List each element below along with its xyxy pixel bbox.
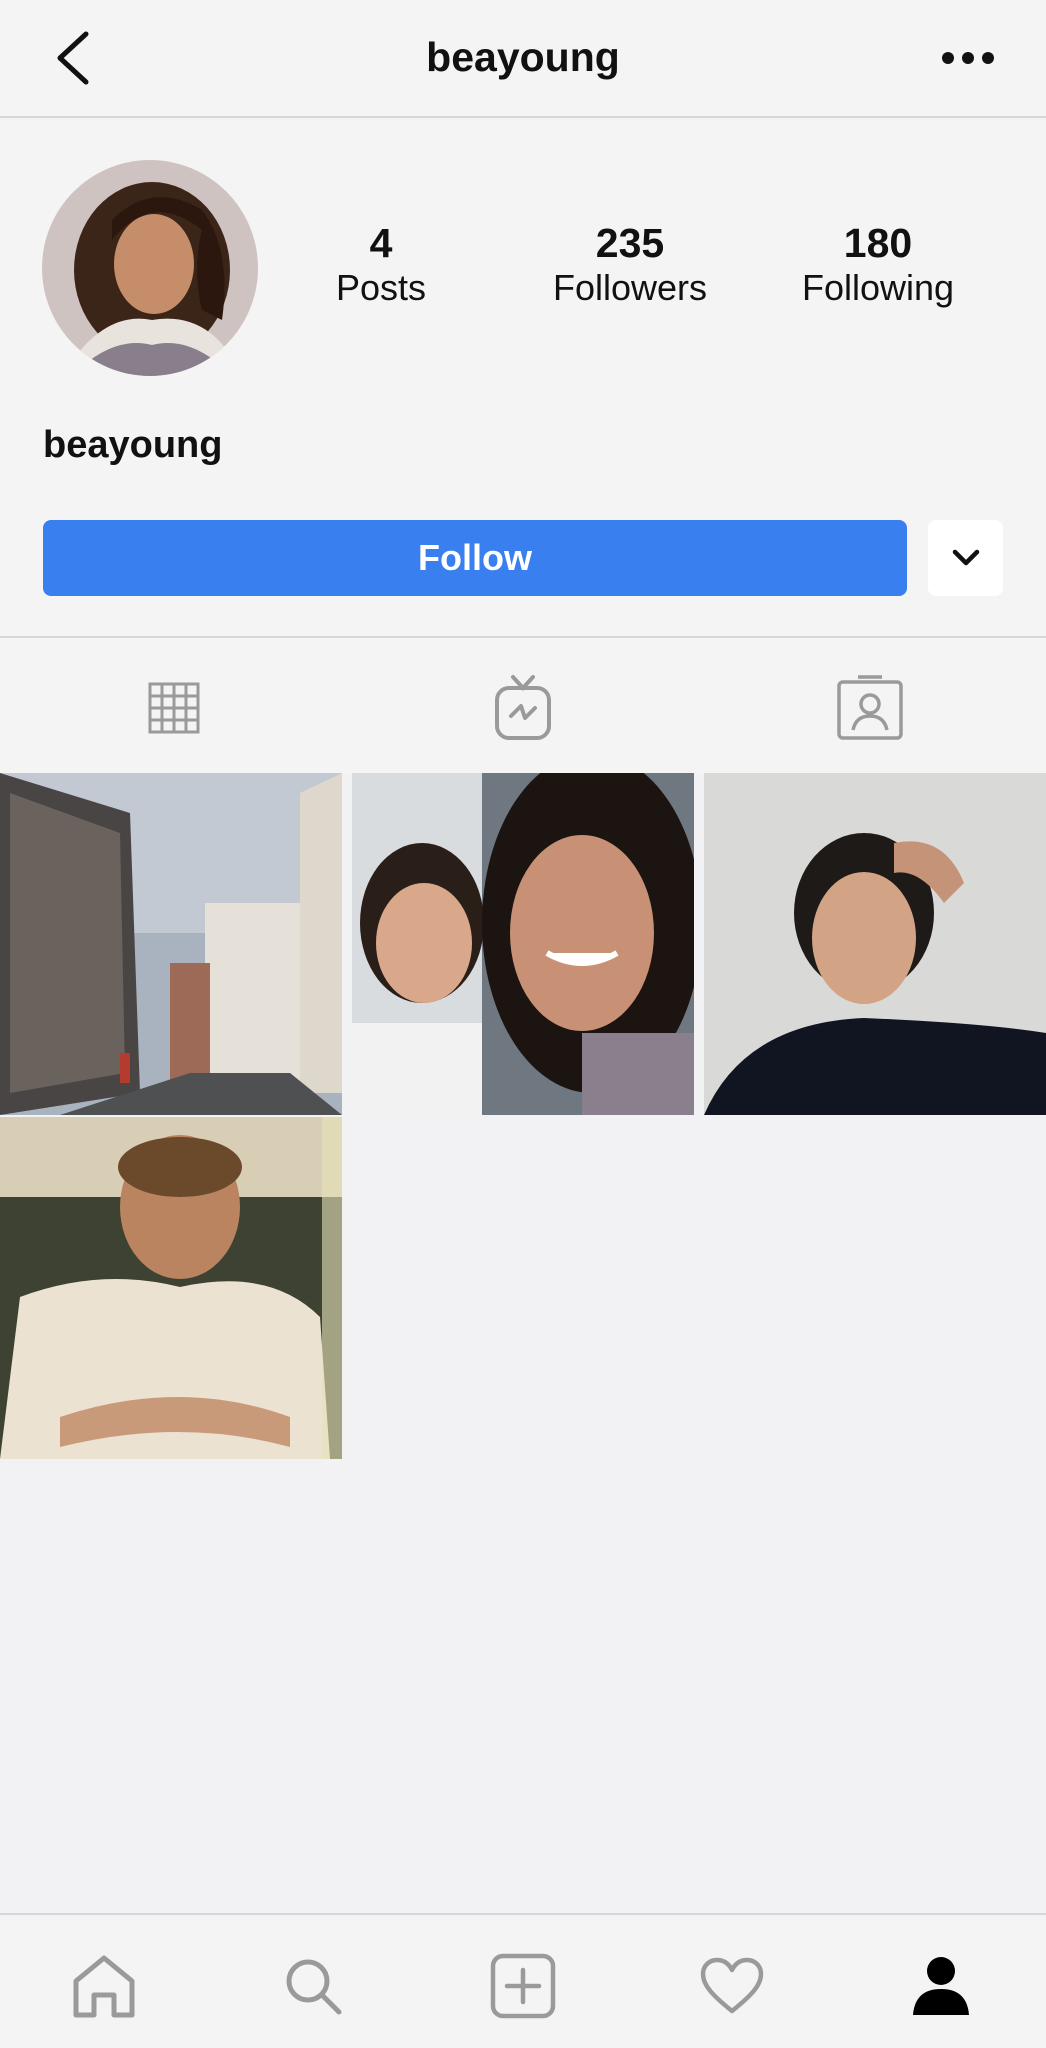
followers-label: Followers	[552, 267, 708, 308]
nav-profile[interactable]	[906, 1951, 976, 2021]
avatar[interactable]	[42, 160, 258, 376]
followers-count: 235	[595, 220, 665, 266]
grid-icon	[148, 682, 200, 734]
search-icon	[286, 1959, 342, 2015]
activity-heart-icon	[700, 1957, 764, 2014]
igtv-icon	[495, 675, 551, 740]
post-thumbnail-street[interactable]	[0, 773, 342, 1115]
profile-icon	[913, 1957, 969, 2015]
nav-search[interactable]	[278, 1951, 348, 2021]
chevron-down-icon	[952, 549, 979, 566]
followers-stat[interactable]: 235 Followers	[530, 220, 730, 310]
post-thumbnail-portrait[interactable]	[704, 773, 1046, 1115]
profile-section: 4 Posts 235 Followers 180 Following beay…	[0, 120, 1046, 638]
page-title: beayoung	[426, 34, 620, 80]
post-thumbnail-selfie[interactable]	[352, 773, 694, 1115]
post-thumbnail-seated[interactable]	[0, 1117, 342, 1459]
nav-home[interactable]	[69, 1951, 139, 2021]
following-count: 180	[843, 220, 913, 266]
suggested-accounts-dropdown-button[interactable]	[928, 520, 1003, 596]
nav-new-post[interactable]	[488, 1951, 558, 2021]
profile-tabs	[0, 638, 1046, 774]
tab-grid[interactable]	[140, 674, 208, 742]
profile-username: beayoung	[43, 424, 223, 466]
tagged-icon	[837, 675, 903, 740]
new-post-icon	[490, 1953, 556, 2019]
home-icon	[73, 1955, 135, 2018]
posts-count: 4	[369, 220, 393, 266]
top-navigation-bar: beayoung	[0, 0, 1046, 118]
more-horizontal-icon	[942, 52, 994, 64]
following-label: Following	[801, 267, 955, 308]
posts-label: Posts	[335, 267, 427, 308]
bottom-navigation-bar	[0, 1913, 1046, 2048]
follow-button[interactable]: Follow	[43, 520, 907, 596]
posts-stat[interactable]: 4 Posts	[281, 220, 481, 310]
tab-igtv[interactable]	[489, 674, 557, 742]
tab-tagged[interactable]	[836, 674, 904, 742]
more-options-button[interactable]	[938, 40, 998, 76]
following-stat[interactable]: 180 Following	[778, 220, 978, 310]
nav-activity[interactable]	[697, 1951, 767, 2021]
